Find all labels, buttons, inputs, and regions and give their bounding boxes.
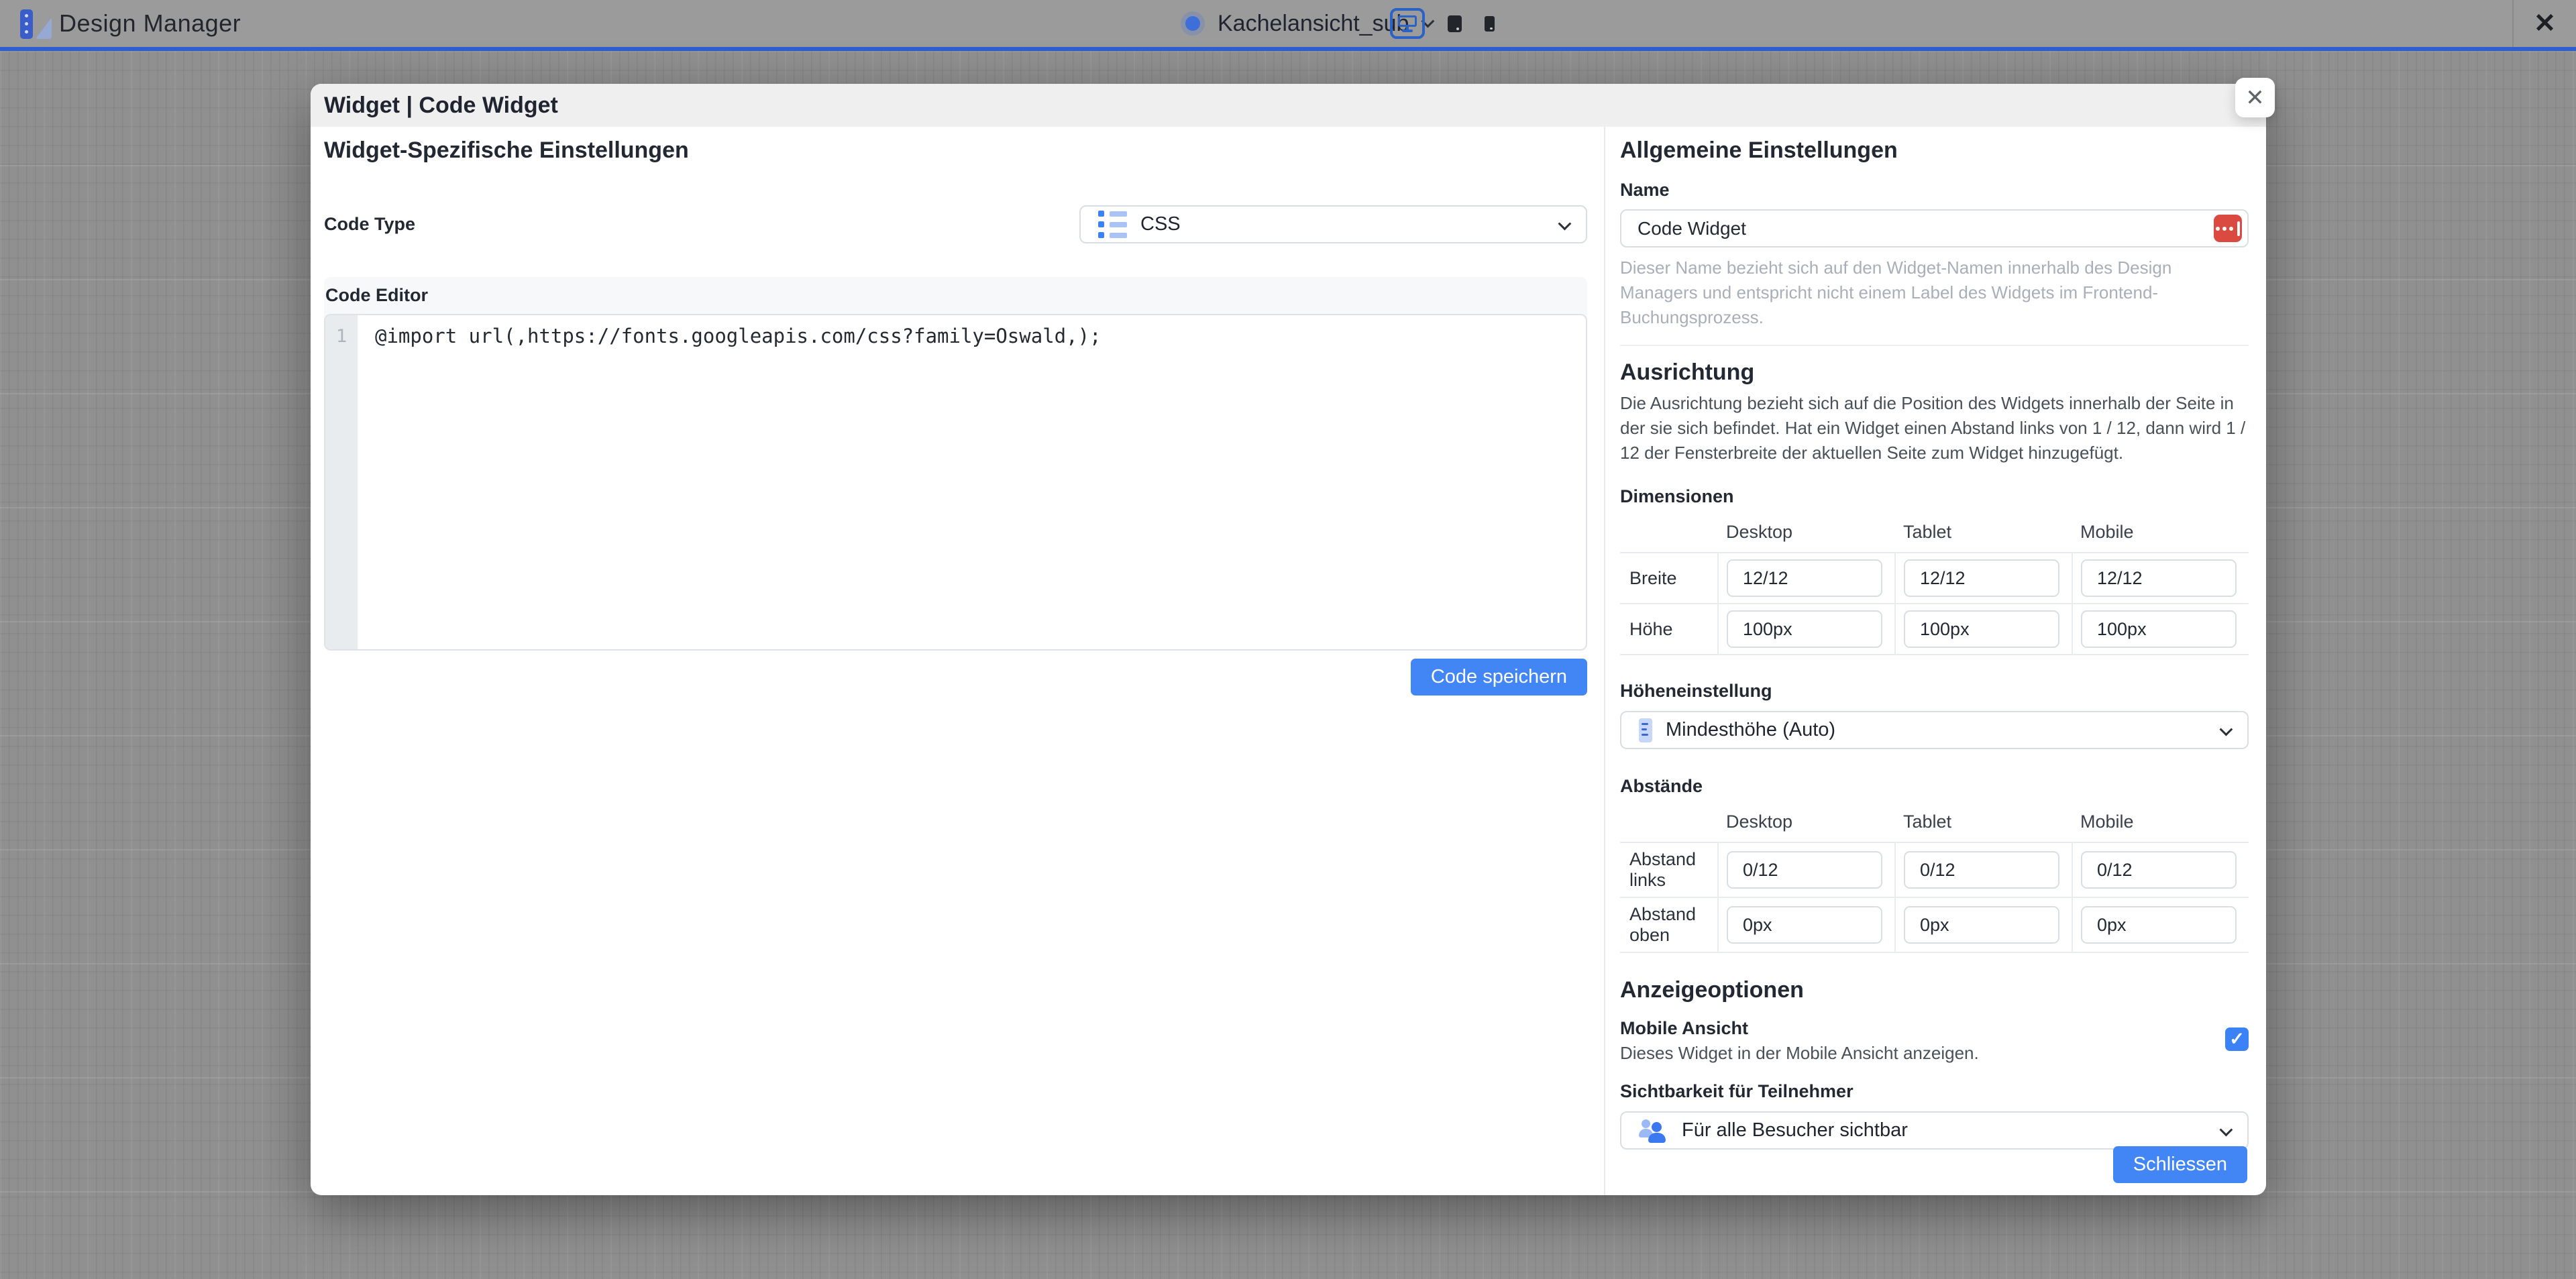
code-type-dropdown[interactable]: CSS bbox=[1079, 205, 1587, 243]
column-header-tablet: Tablet bbox=[1895, 812, 2072, 842]
app-logo-icon bbox=[20, 9, 51, 39]
abstand-oben-desktop-input[interactable] bbox=[1727, 906, 1882, 944]
hoehe-desktop-input[interactable] bbox=[1727, 610, 1882, 648]
row-label-abstand-links: Abstand links bbox=[1620, 842, 1718, 897]
check-icon: ✓ bbox=[2229, 1029, 2245, 1050]
abstand-links-mobile-input[interactable] bbox=[2081, 851, 2237, 889]
height-setting-value: Mindesthöhe (Auto) bbox=[1666, 719, 1835, 741]
mobile-view-hint: Dieses Widget in der Mobile Ansicht anze… bbox=[1620, 1043, 2225, 1064]
breite-mobile-input[interactable] bbox=[2081, 559, 2237, 597]
column-header-desktop: Desktop bbox=[1718, 522, 1895, 553]
abstand-links-desktop-input[interactable] bbox=[1727, 851, 1882, 889]
code-type-label: Code Type bbox=[324, 214, 415, 235]
column-header-desktop: Desktop bbox=[1718, 812, 1895, 842]
left-panel-heading: Widget-Spezifische Einstellungen bbox=[324, 137, 1587, 164]
column-header-mobile: Mobile bbox=[2072, 812, 2249, 842]
line-number: 1 bbox=[336, 326, 347, 347]
ruler-icon bbox=[1639, 718, 1652, 742]
widget-name-input[interactable] bbox=[1620, 209, 2249, 247]
column-header-tablet: Tablet bbox=[1895, 522, 2072, 553]
spacing-label: Abstände bbox=[1620, 776, 2249, 797]
abstand-links-tablet-input[interactable] bbox=[1904, 851, 2059, 889]
close-icon: ✕ bbox=[2534, 8, 2557, 39]
table-row: Breite bbox=[1620, 553, 2249, 604]
tablet-preview-button[interactable] bbox=[1448, 15, 1462, 32]
mobile-view-label: Mobile Ansicht bbox=[1620, 1018, 2225, 1039]
code-editor-label: Code Editor bbox=[324, 277, 1587, 314]
app-title: Design Manager bbox=[59, 0, 241, 47]
code-type-value: CSS bbox=[1140, 213, 1181, 235]
height-setting-dropdown[interactable]: Mindesthöhe (Auto) bbox=[1620, 711, 2249, 749]
close-manager-button[interactable]: ✕ bbox=[2512, 0, 2576, 47]
code-editor-section: Code Editor 1 @import url(,https://fonts… bbox=[324, 277, 1587, 651]
table-row: Abstand oben bbox=[1620, 897, 2249, 952]
code-editor[interactable]: 1 @import url(,https://fonts.googleapis.… bbox=[324, 314, 1587, 651]
close-modal-button[interactable]: Schliessen bbox=[2113, 1146, 2247, 1183]
close-icon: ✕ bbox=[2245, 85, 2265, 111]
chevron-down-icon bbox=[2220, 1123, 2233, 1137]
desktop-preview-button[interactable] bbox=[1390, 8, 1425, 39]
people-icon bbox=[1639, 1118, 1668, 1144]
chevron-down-icon bbox=[1558, 217, 1572, 230]
row-label-breite: Breite bbox=[1620, 553, 1718, 604]
abstand-oben-tablet-input[interactable] bbox=[1904, 906, 2059, 944]
topbar-accent-line bbox=[0, 47, 2576, 51]
abstand-oben-mobile-input[interactable] bbox=[2081, 906, 2237, 944]
row-label-abstand-oben: Abstand oben bbox=[1620, 897, 1718, 952]
name-label: Name bbox=[1620, 180, 2249, 201]
editor-gutter: 1 bbox=[325, 315, 358, 649]
widget-specific-panel: Widget-Spezifische Einstellungen Code Ty… bbox=[311, 127, 1605, 1195]
visibility-dropdown[interactable]: Für alle Besucher sichtbar bbox=[1620, 1111, 2249, 1150]
table-row: Abstand links bbox=[1620, 842, 2249, 897]
breite-desktop-input[interactable] bbox=[1727, 559, 1882, 597]
modal-close-button[interactable]: ✕ bbox=[2235, 78, 2275, 117]
mobile-view-checkbox[interactable]: ✓ bbox=[2225, 1027, 2249, 1051]
password-manager-icon[interactable] bbox=[2214, 215, 2242, 242]
section-divider bbox=[1620, 345, 2249, 346]
right-panel-heading: Allgemeine Einstellungen bbox=[1620, 137, 2249, 164]
widget-settings-modal: Widget | Code Widget ✕ Widget-Spezifisch… bbox=[311, 84, 2266, 1195]
list-icon bbox=[1098, 211, 1127, 238]
dimensions-label: Dimensionen bbox=[1620, 486, 2249, 507]
general-settings-panel: Allgemeine Einstellungen Name Dieser Nam… bbox=[1605, 127, 2266, 1195]
alignment-heading: Ausrichtung bbox=[1620, 359, 2249, 386]
column-header-mobile: Mobile bbox=[2072, 522, 2249, 553]
dimensions-table: Desktop Tablet Mobile Breite Höhe bbox=[1620, 522, 2249, 655]
status-dot-icon bbox=[1185, 16, 1200, 31]
device-preview-switcher bbox=[1390, 0, 1495, 47]
table-row: Höhe bbox=[1620, 604, 2249, 655]
breite-tablet-input[interactable] bbox=[1904, 559, 2059, 597]
modal-title: Widget | Code Widget bbox=[324, 93, 558, 119]
visibility-label: Sichtbarkeit für Teilnehmer bbox=[1620, 1081, 2249, 1102]
chevron-down-icon bbox=[2220, 723, 2233, 736]
alignment-description: Die Ausrichtung bezieht sich auf die Pos… bbox=[1620, 391, 2249, 465]
height-setting-label: Höheneinstellung bbox=[1620, 681, 2249, 702]
view-selector-label: Kachelansicht_sub bbox=[1218, 11, 1409, 37]
row-label-hoehe: Höhe bbox=[1620, 604, 1718, 655]
monitor-icon bbox=[1398, 15, 1417, 32]
save-code-button[interactable]: Code speichern bbox=[1411, 659, 1587, 696]
topbar: Design Manager Kachelansicht_sub ✕ bbox=[0, 0, 2576, 47]
visibility-value: Für alle Besucher sichtbar bbox=[1682, 1119, 1908, 1142]
code-editor-content[interactable]: @import url(,https://fonts.googleapis.co… bbox=[358, 315, 1586, 649]
hoehe-mobile-input[interactable] bbox=[2081, 610, 2237, 648]
phone-preview-button[interactable] bbox=[1485, 16, 1495, 32]
hoehe-tablet-input[interactable] bbox=[1904, 610, 2059, 648]
name-hint: Dieser Name bezieht sich auf den Widget-… bbox=[1620, 256, 2249, 330]
display-options-heading: Anzeigeoptionen bbox=[1620, 977, 2249, 1003]
spacing-table: Desktop Tablet Mobile Abstand links Abst… bbox=[1620, 812, 2249, 953]
modal-header: Widget | Code Widget bbox=[311, 84, 2266, 127]
